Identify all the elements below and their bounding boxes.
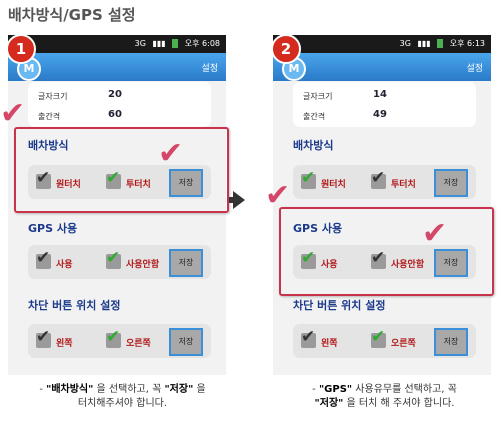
font-size-label: 글자크기 xyxy=(303,92,333,101)
one-touch-label: 원터치 xyxy=(321,180,346,190)
check-icon: ✔ xyxy=(301,168,316,188)
highlight-check-icon: ✔ xyxy=(0,96,26,131)
dispatch-save-button[interactable]: 저장 xyxy=(434,169,468,197)
button-position-save-button[interactable]: 저장 xyxy=(169,328,203,356)
caption-emphasis: "저장" xyxy=(164,384,194,395)
gps-save-button[interactable]: 저장 xyxy=(169,249,203,277)
gps-off-checkbox[interactable]: ✔ xyxy=(106,248,121,269)
gps-on-label: 사용 xyxy=(56,260,73,270)
battery-icon xyxy=(437,39,444,48)
settings-title: 설정 xyxy=(201,64,218,74)
left-label: 왼쪽 xyxy=(56,339,73,349)
left-checkbox[interactable]: ✔ xyxy=(301,327,316,348)
right-label: 오른쪽 xyxy=(126,339,151,349)
check-icon: ✔ xyxy=(371,168,386,188)
caption-emphasis: "배차방식" xyxy=(46,384,94,395)
caption-text: 터치해주셔야 합니다. xyxy=(77,398,168,409)
battery-icon xyxy=(172,39,179,48)
left-checkbox[interactable]: ✔ xyxy=(36,327,51,348)
right-label: 오른쪽 xyxy=(391,339,416,349)
next-step-arrow-icon xyxy=(233,191,245,209)
interval-value: 60 xyxy=(108,109,122,120)
info-box: 글자크기 20 출간격 60 xyxy=(28,82,211,127)
button-position-title: 차단 버튼 위치 설정 xyxy=(293,299,386,312)
font-size-value: 14 xyxy=(373,89,387,100)
gps-highlight xyxy=(279,207,494,296)
interval-label: 출간격 xyxy=(303,112,326,121)
button-position-save-button[interactable]: 저장 xyxy=(434,328,468,356)
check-icon: ✔ xyxy=(301,327,316,347)
one-touch-checkbox[interactable]: ✔ xyxy=(301,168,316,189)
caption-text: 사용유무를 선택하고, 꼭 xyxy=(352,384,457,395)
status-bar: 3G ▮▮▮ 오후 6:13 xyxy=(273,35,491,53)
network-3g-icon: 3G xyxy=(134,39,146,48)
gps-options: ✔ 사용 ✔ 사용안함 저장 xyxy=(28,245,211,279)
caption-step-2: - "GPS" 사용유무를 선택하고, 꼭 "저장" 을 터치 해 주셔야 합니… xyxy=(272,383,497,411)
status-bar: 3G ▮▮▮ 오후 6:08 xyxy=(8,35,226,53)
settings-title: 설정 xyxy=(466,64,483,74)
check-icon: ✔ xyxy=(371,327,386,347)
check-icon: ✔ xyxy=(36,327,51,347)
save-highlight-check-icon: ✔ xyxy=(158,136,184,171)
button-position-options: ✔ 왼쪽 ✔ 오른쪽 저장 xyxy=(28,324,211,358)
dispatch-highlight xyxy=(14,127,229,213)
font-size-value: 20 xyxy=(108,89,122,100)
app-bar: M 설정 xyxy=(273,53,491,81)
font-size-label: 글자크기 xyxy=(38,92,68,101)
right-checkbox[interactable]: ✔ xyxy=(371,327,386,348)
check-icon: ✔ xyxy=(36,248,51,268)
caption-text: 을 선택하고, 꼭 xyxy=(93,384,165,395)
button-position-title: 차단 버튼 위치 설정 xyxy=(28,299,121,312)
two-touch-checkbox[interactable]: ✔ xyxy=(371,168,386,189)
gps-off-label: 사용안함 xyxy=(126,260,160,270)
save-highlight-check-icon: ✔ xyxy=(422,216,448,251)
app-bar: M 설정 xyxy=(8,53,226,81)
right-checkbox[interactable]: ✔ xyxy=(106,327,121,348)
step-1-badge: 1 xyxy=(6,34,36,64)
gps-title: GPS 사용 xyxy=(28,222,78,235)
two-touch-label: 투터치 xyxy=(391,180,416,190)
signal-icon: ▮▮▮ xyxy=(152,39,166,48)
left-label: 왼쪽 xyxy=(321,339,338,349)
signal-icon: ▮▮▮ xyxy=(417,39,431,48)
interval-label: 출간격 xyxy=(38,112,61,121)
interval-value: 49 xyxy=(373,109,387,120)
highlight-check-icon: ✔ xyxy=(265,178,291,213)
dispatch-title: 배차방식 xyxy=(293,139,334,152)
status-time: 오후 6:08 xyxy=(184,39,220,48)
network-3g-icon: 3G xyxy=(399,39,411,48)
info-box: 글자크기 14 출간격 49 xyxy=(293,82,476,127)
page-title: 배차방식/GPS 설정 xyxy=(8,6,136,24)
check-icon: ✔ xyxy=(106,248,121,268)
button-position-options: ✔ 왼쪽 ✔ 오른쪽 저장 xyxy=(293,324,476,358)
dispatch-options: ✔ 원터치 ✔ 투터치 저장 xyxy=(293,165,476,199)
caption-emphasis: "GPS" xyxy=(318,384,353,395)
caption-text: 을 xyxy=(193,384,206,395)
check-icon: ✔ xyxy=(106,327,121,347)
caption-text: - xyxy=(312,384,319,395)
caption-step-1: - "배차방식" 을 선택하고, 꼭 "저장" 을 터치해주셔야 합니다. xyxy=(10,383,235,411)
step-2-badge: 2 xyxy=(271,34,301,64)
phone-screen-step-2: 3G ▮▮▮ 오후 6:13 M 설정 글자크기 14 출간격 49 배차방식 … xyxy=(273,35,491,375)
status-time: 오후 6:13 xyxy=(449,39,485,48)
caption-text: 을 터치 해 주셔야 합니다. xyxy=(343,398,455,409)
caption-emphasis: "저장" xyxy=(314,398,344,409)
gps-on-checkbox[interactable]: ✔ xyxy=(36,248,51,269)
